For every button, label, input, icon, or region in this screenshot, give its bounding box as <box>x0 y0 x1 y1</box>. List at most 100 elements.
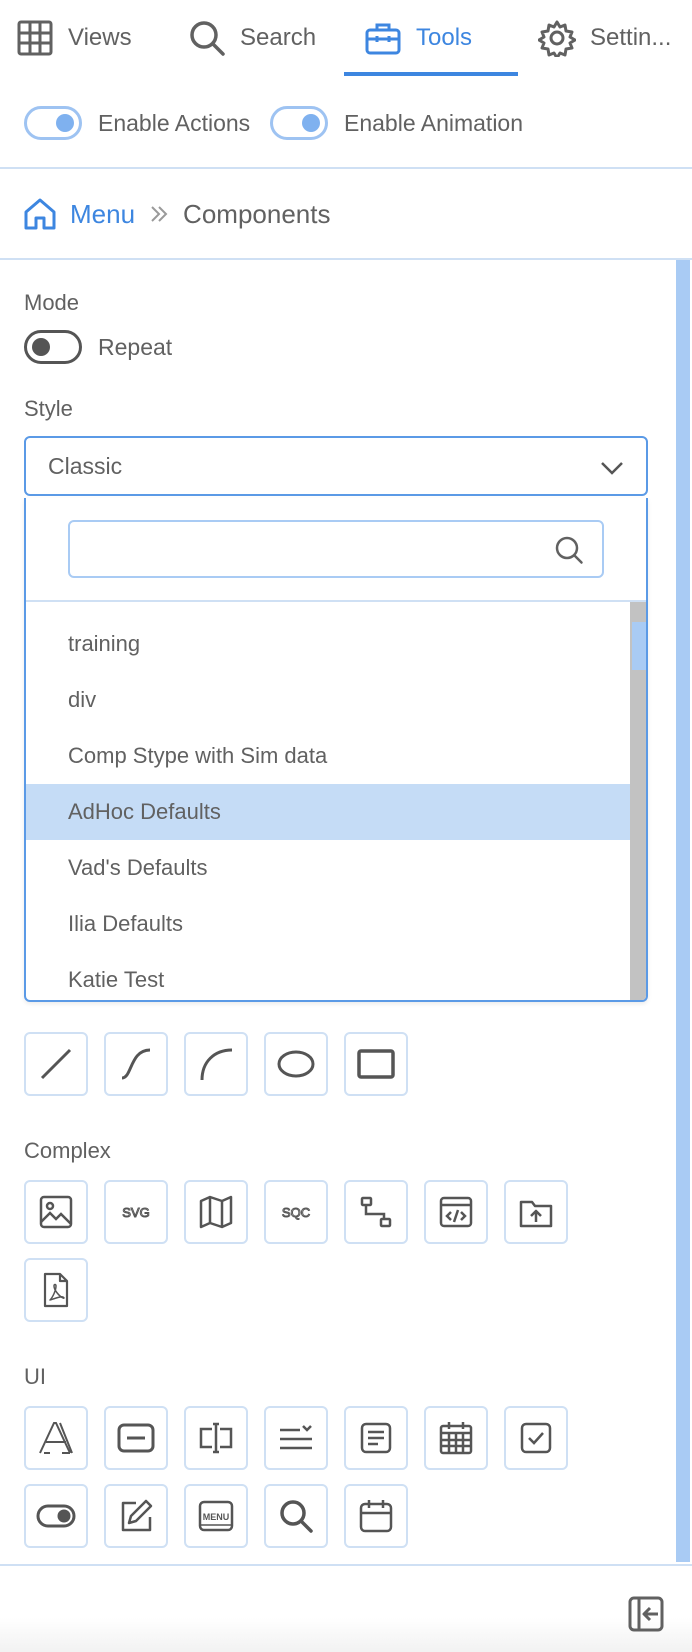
enable-actions-switch[interactable] <box>24 106 82 140</box>
rectangle-icon <box>357 1049 395 1079</box>
calendar-tool-button[interactable] <box>424 1406 488 1470</box>
enable-actions-toggle[interactable]: Enable Actions <box>24 106 250 140</box>
list-item[interactable]: training <box>26 616 630 672</box>
divider <box>0 167 692 169</box>
svg-text:SQC: SQC <box>282 1205 310 1220</box>
menu-icon: MENU <box>198 1500 234 1532</box>
embed-code-icon <box>439 1196 473 1228</box>
ellipse-icon <box>277 1050 315 1078</box>
list-item[interactable]: Comp Stype with Sim data <box>26 728 630 784</box>
sqc-icon: SQC <box>281 1205 310 1221</box>
panel-scrollbar[interactable] <box>676 260 690 1562</box>
style-dropdown: training div Comp Stype with Sim data Ad… <box>24 498 648 1002</box>
textarea-icon <box>360 1422 392 1454</box>
svg-icon: SVG <box>122 1205 150 1221</box>
edit-tool-button[interactable] <box>104 1484 168 1548</box>
list-item[interactable]: Katie Test <box>26 952 630 1000</box>
list-item[interactable]: Vad's Defaults <box>26 840 630 896</box>
ui-label: UI <box>24 1364 46 1389</box>
divider <box>0 258 692 260</box>
double-chevron-right-icon <box>151 206 168 222</box>
tab-views[interactable]: Views <box>16 0 132 76</box>
tab-tools[interactable]: Tools <box>344 0 518 76</box>
toggle-row: Enable Actions Enable Animation <box>0 88 692 158</box>
curve-icon <box>121 1048 151 1080</box>
image-tool-button[interactable] <box>24 1180 88 1244</box>
breadcrumb: Menu Components <box>22 192 330 236</box>
embed-code-tool-button[interactable] <box>424 1180 488 1244</box>
text-icon <box>39 1422 73 1454</box>
svg-text:SVG: SVG <box>122 1205 149 1220</box>
checkbox-tool-button[interactable] <box>504 1406 568 1470</box>
active-tab-indicator <box>344 72 518 76</box>
style-search-input[interactable] <box>68 520 604 578</box>
line-tool-button[interactable] <box>24 1032 88 1096</box>
breadcrumb-menu-link[interactable]: Menu <box>70 199 135 230</box>
date-picker-tool-button[interactable] <box>344 1484 408 1548</box>
calendar-icon <box>439 1422 473 1455</box>
tab-tools-label: Tools <box>416 24 473 51</box>
flow-icon <box>360 1196 392 1228</box>
button-icon <box>117 1423 155 1453</box>
switch-knob <box>302 114 320 132</box>
collapse-panel-icon[interactable] <box>626 1594 666 1634</box>
style-select[interactable]: Classic <box>24 436 648 496</box>
search-tool-button[interactable] <box>264 1484 328 1548</box>
tab-settings-label: Settin... <box>590 24 672 51</box>
repeat-label: Repeat <box>98 333 173 360</box>
scrollbar-thumb[interactable] <box>632 622 646 670</box>
chevron-down-icon <box>601 462 623 475</box>
checkbox-icon <box>520 1422 552 1454</box>
upload-folder-icon <box>519 1200 553 1228</box>
list-item[interactable]: Ilia Defaults <box>26 896 630 952</box>
input-field-tool-button[interactable] <box>184 1406 248 1470</box>
breadcrumb-current: Components <box>183 198 331 229</box>
text-tool-button[interactable] <box>24 1406 88 1470</box>
textarea-tool-button[interactable] <box>344 1406 408 1470</box>
search-icon <box>190 21 225 56</box>
tab-search[interactable]: Search <box>188 0 316 76</box>
flow-tool-button[interactable] <box>344 1180 408 1244</box>
search-icon <box>555 536 583 564</box>
edit-icon <box>121 1499 153 1532</box>
enable-animation-switch[interactable] <box>270 106 328 140</box>
arc-tool-button[interactable] <box>184 1032 248 1096</box>
grid-icon <box>17 20 53 56</box>
repeat-toggle[interactable]: Repeat <box>24 330 172 364</box>
menu-tool-button[interactable]: MENU <box>184 1484 248 1548</box>
footer-background <box>0 1566 692 1652</box>
map-tool-button[interactable] <box>184 1180 248 1244</box>
style-select-value: Classic <box>48 452 123 479</box>
tab-search-label: Search <box>240 24 317 51</box>
dropdown-scrollbar[interactable] <box>630 602 646 1000</box>
line-icon <box>40 1048 72 1080</box>
list-item-highlighted[interactable]: AdHoc Defaults <box>26 784 630 840</box>
enable-animation-toggle[interactable]: Enable Animation <box>270 106 523 140</box>
repeat-switch[interactable] <box>24 330 82 364</box>
tab-views-label: Views <box>68 24 132 51</box>
style-label: Style <box>24 396 73 421</box>
home-icon[interactable] <box>22 196 58 232</box>
mode-label: Mode <box>24 290 80 315</box>
svg-text:MENU: MENU <box>203 1512 230 1522</box>
image-icon <box>39 1195 73 1229</box>
toolbox-icon <box>365 23 401 55</box>
tab-settings[interactable]: Settin... <box>538 0 671 76</box>
search-icon <box>280 1500 313 1533</box>
map-icon <box>199 1195 233 1229</box>
curve-tool-button[interactable] <box>104 1032 168 1096</box>
upload-folder-tool-button[interactable] <box>504 1180 568 1244</box>
list-item[interactable]: div <box>26 672 630 728</box>
svg-tool-button[interactable]: SVG <box>104 1180 168 1244</box>
sqc-tool-button[interactable]: SQC <box>264 1180 328 1244</box>
list-tool-button[interactable] <box>264 1406 328 1470</box>
button-tool-button[interactable] <box>104 1406 168 1470</box>
toggle-tool-button[interactable] <box>24 1484 88 1548</box>
enable-actions-label: Enable Actions <box>98 109 251 136</box>
input-field-icon <box>199 1422 233 1454</box>
style-options-list: training div Comp Stype with Sim data Ad… <box>26 602 630 1000</box>
pdf-icon <box>43 1272 69 1308</box>
rectangle-tool-button[interactable] <box>344 1032 408 1096</box>
ellipse-tool-button[interactable] <box>264 1032 328 1096</box>
pdf-tool-button[interactable] <box>24 1258 88 1322</box>
